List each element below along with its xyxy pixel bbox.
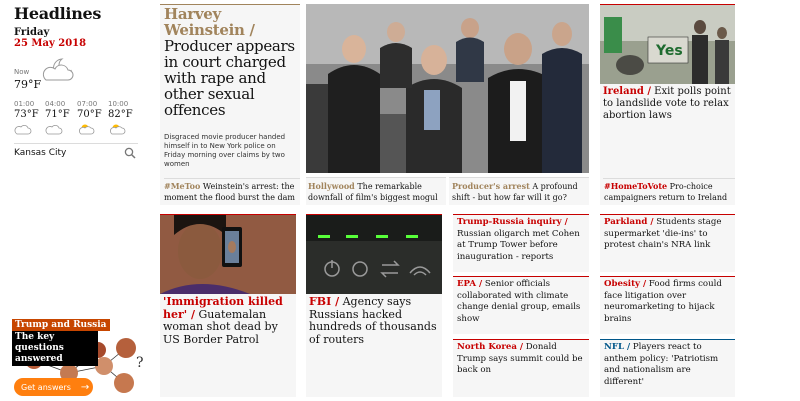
immigration-headline[interactable]: 'Immigration killed her' / Guatemalan wo… — [163, 295, 294, 346]
get-answers-label: Get answers — [21, 382, 71, 392]
lead-headline-text: Producer appears in court charged with r… — [164, 37, 295, 119]
cloud-icon — [14, 124, 32, 135]
story-headline[interactable]: EPA / Senior officials collaborated with… — [457, 279, 587, 325]
search-icon[interactable] — [124, 147, 136, 159]
ireland-image: Yes — [600, 5, 735, 84]
ireland-headline[interactable]: Ireland / Exit polls point to landslide … — [603, 86, 733, 122]
date-label: 25 May 2018 — [14, 38, 87, 49]
promo-label[interactable]: Trump and Russia — [12, 319, 110, 331]
lead-sub-link[interactable]: Hollywood The remarkable downfall of fil… — [308, 181, 444, 203]
cloud-icon — [45, 124, 63, 135]
weather-location[interactable]: Kansas City — [14, 148, 66, 158]
forecast-temp: 71°F — [45, 109, 70, 120]
sun-cloud-icon — [79, 124, 95, 135]
lead-standfirst: Disgraced movie producer handed himself … — [164, 133, 286, 168]
arrow-right-icon: → — [80, 381, 90, 393]
forecast-slot: 04:00 71°F — [45, 100, 75, 139]
fbi-kicker: FBI / — [309, 295, 340, 308]
weinstein-photo[interactable] — [306, 4, 589, 173]
ireland-kicker: Ireland / — [603, 86, 651, 97]
forecast-slot: 01:00 73°F — [14, 100, 44, 139]
sub-kicker: #MeToo — [164, 181, 201, 191]
fbi-headline[interactable]: FBI / Agency says Russians hacked hundre… — [309, 295, 440, 346]
forecast-slot: 10:00 82°F — [108, 100, 138, 139]
forecast-temp: 73°F — [14, 109, 39, 120]
forecast-time: 10:00 — [108, 100, 129, 108]
ireland-sub-link[interactable]: #HomeToVote Pro-choice campaigners retur… — [604, 181, 734, 203]
story-headline[interactable]: NFL / Players react to anthem policy: 'P… — [604, 342, 733, 388]
lead-kicker: Harvey Weinstein / — [164, 5, 255, 39]
lead-sub-link[interactable]: #MeToo Weinstein's arrest: the moment th… — [164, 181, 298, 203]
partly-cloudy-night-icon — [42, 58, 74, 81]
fbi-photo[interactable] — [306, 215, 442, 294]
svg-text:?: ? — [136, 355, 144, 371]
forecast-time: 04:00 — [45, 100, 66, 108]
weather-now-temp: 79°F — [14, 78, 42, 91]
sub-kicker: Producer's arrest — [452, 181, 530, 191]
forecast-temp: 70°F — [77, 109, 102, 120]
get-answers-button[interactable]: Get answers → — [14, 378, 93, 396]
story-text: Russian oligarch met Cohen at Trump Towe… — [457, 228, 580, 262]
story-headline[interactable]: Trump-Russia inquiry / Russian oligarch … — [457, 217, 587, 263]
promo-subtitle[interactable]: The key questions answered — [12, 331, 98, 366]
sign-text: Yes — [655, 43, 683, 59]
router-image — [306, 215, 442, 294]
immigration-photo[interactable] — [160, 215, 296, 294]
story-headline[interactable]: Obesity / Food firms could face litigati… — [604, 279, 733, 325]
lead-sub-link[interactable]: Producer's arrest A profound shift - but… — [452, 181, 588, 203]
forecast-slot: 07:00 70°F — [77, 100, 107, 139]
section-title: Headlines — [14, 4, 102, 23]
story-kicker: Parkland / — [604, 217, 654, 227]
divider — [603, 178, 735, 179]
story-headline[interactable]: Parkland / Students stage supermarket 'd… — [604, 217, 733, 252]
sub-kicker: Hollywood — [308, 181, 355, 191]
divider — [164, 178, 300, 179]
story-headline[interactable]: North Korea / Donald Trump says summit c… — [457, 342, 587, 377]
forecast-time: 07:00 — [77, 100, 98, 108]
lead-headline[interactable]: Harvey Weinstein / Producer appears in c… — [164, 6, 300, 118]
story-kicker: Obesity / — [604, 279, 647, 289]
story-kicker: NFL / — [604, 342, 631, 352]
forecast-temp: 82°F — [108, 109, 133, 120]
ireland-photo[interactable]: Yes — [600, 5, 735, 84]
weather-now-label: Now — [14, 68, 30, 76]
story-kicker: EPA / — [457, 279, 483, 289]
sun-cloud-icon — [110, 124, 126, 135]
sub-kicker: #HomeToVote — [604, 181, 668, 191]
divider — [14, 143, 138, 144]
forecast-time: 01:00 — [14, 100, 35, 108]
lead-photo — [306, 4, 589, 173]
story-kicker: Trump-Russia inquiry / — [457, 217, 568, 227]
immigration-image — [160, 215, 296, 294]
day-label: Friday — [14, 27, 50, 38]
story-kicker: North Korea / — [457, 342, 524, 352]
